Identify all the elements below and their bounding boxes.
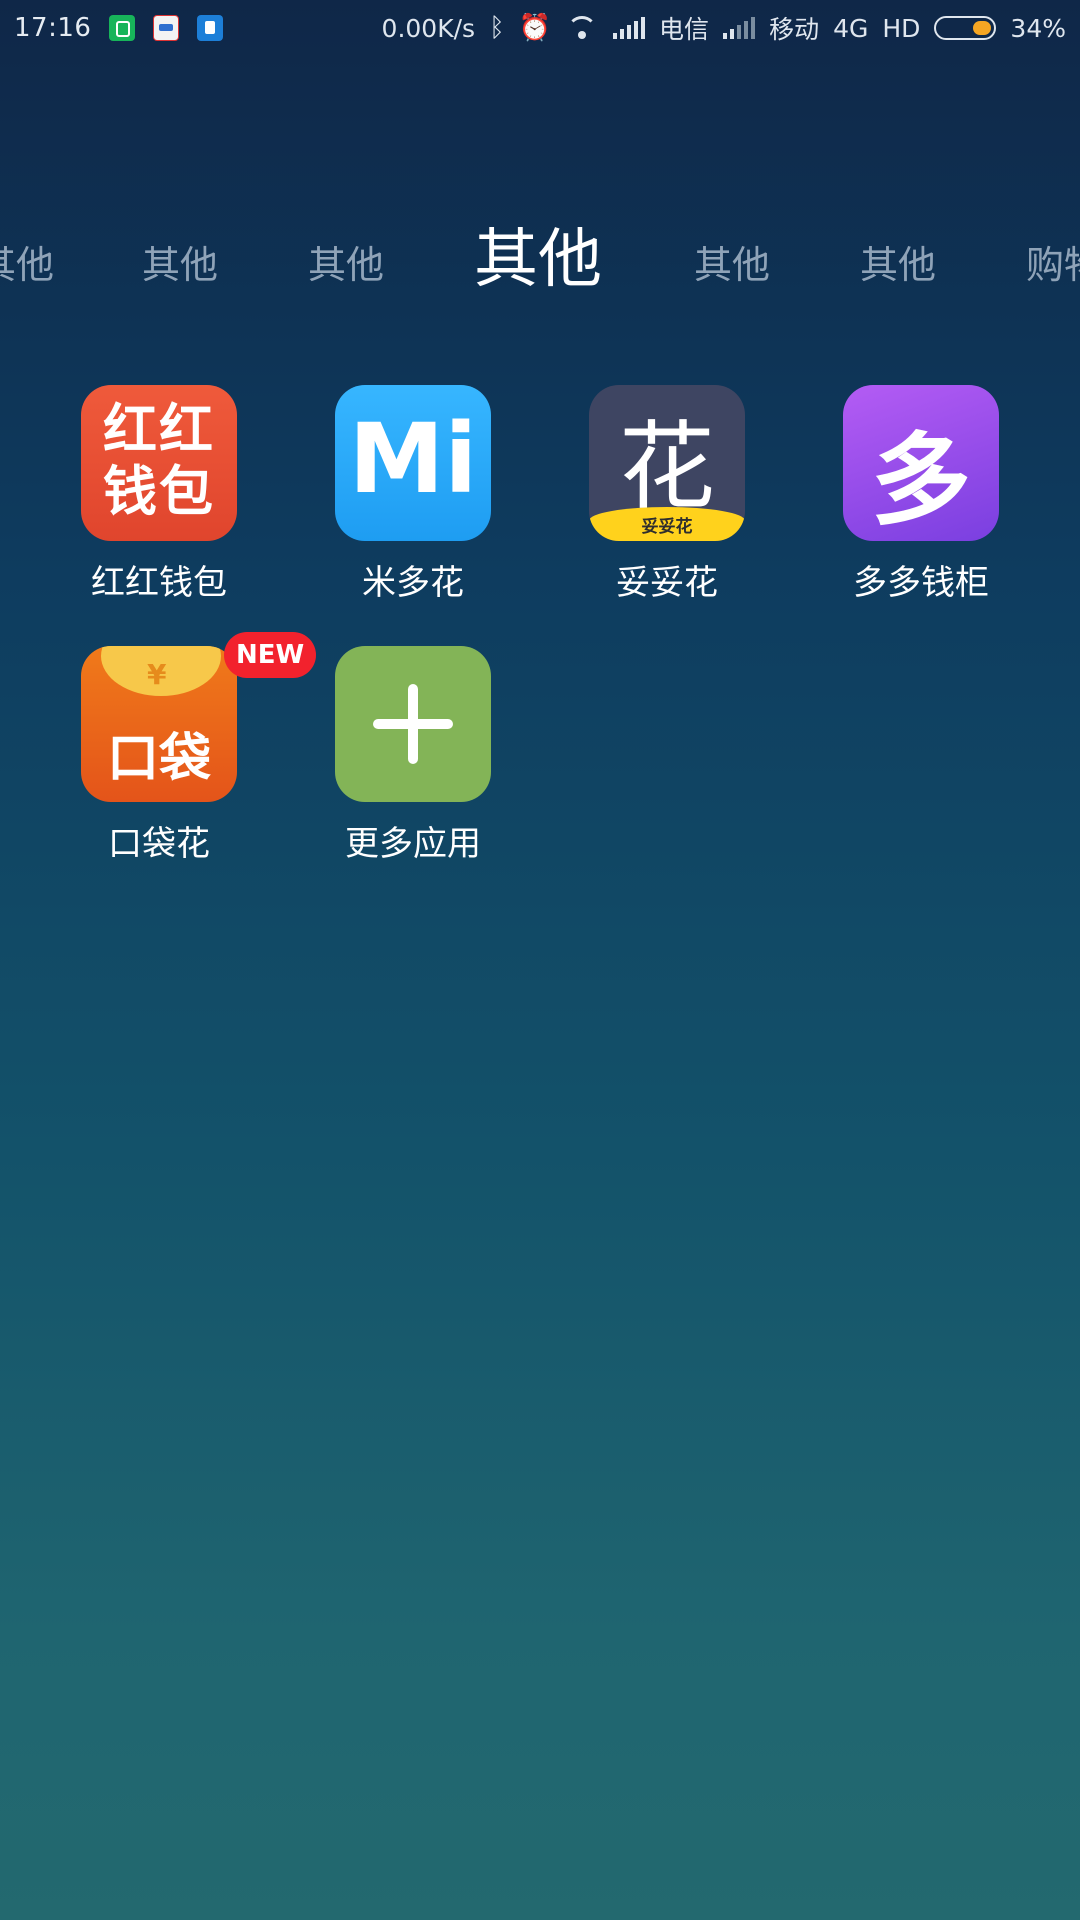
- icon-text-line: 钱包: [103, 460, 215, 523]
- tab-category[interactable]: 其他: [694, 234, 770, 289]
- tuotuohua-icon[interactable]: 花 妥妥花: [589, 385, 745, 541]
- tab-category[interactable]: 其他: [142, 234, 218, 289]
- tab-category[interactable]: 其他: [0, 234, 54, 289]
- app-koudaihua[interactable]: NEW ¥ 口袋 口袋花: [54, 632, 317, 865]
- battery-icon: [934, 16, 997, 40]
- wifi-icon: [565, 16, 599, 40]
- status-bar: 17:16 0.00K/s ᛒ ⏰ 电信 移动 4G HD 34%: [0, 0, 1080, 56]
- bluetooth-icon: ᛒ: [489, 13, 505, 43]
- icon-text: 红红 钱包: [81, 399, 237, 523]
- app-label[interactable]: 口袋花: [54, 816, 264, 865]
- honghong-wallet-icon[interactable]: 红红 钱包: [81, 385, 237, 541]
- app-tuotuohua[interactable]: 花 妥妥花 妥妥花: [562, 385, 772, 604]
- signal-icon: [613, 17, 646, 39]
- icon-text: 口袋: [106, 729, 211, 789]
- app-notification-icon: [153, 15, 180, 41]
- app-label[interactable]: 米多花: [308, 555, 518, 604]
- icon-text-line: 红红: [103, 398, 215, 461]
- plus-vertical: [408, 684, 418, 764]
- battery-percent: 34%: [1010, 13, 1066, 43]
- app-label[interactable]: 多多钱柜: [816, 555, 1026, 604]
- app-label[interactable]: 更多应用: [308, 816, 518, 865]
- category-tabs: 其他 其他 其他 其他 其他 其他 购物: [0, 180, 1080, 300]
- tab-category[interactable]: 购物: [1026, 234, 1080, 289]
- icon-band-text: 妥妥花: [641, 517, 693, 537]
- file-notification-icon: [197, 15, 224, 41]
- app-label[interactable]: 妥妥花: [562, 555, 772, 604]
- app-duoduo-qiangui[interactable]: 多 多多钱柜: [816, 385, 1026, 604]
- plus-icon[interactable]: [335, 646, 491, 802]
- alarm-icon: ⏰: [518, 13, 552, 43]
- battery-fill: [973, 21, 992, 35]
- status-bar-right: 0.00K/s ᛒ ⏰ 电信 移动 4G HD 34%: [382, 0, 1066, 56]
- app-label[interactable]: 红红钱包: [54, 555, 264, 604]
- phone-notification-icon: [109, 15, 136, 41]
- tab-category[interactable]: 其他: [308, 234, 384, 289]
- yen-symbol: ¥: [147, 658, 167, 691]
- carrier-2: 移动: [769, 15, 820, 44]
- new-badge: NEW: [224, 632, 317, 678]
- app-miduohua[interactable]: Mi 米多花: [308, 385, 518, 604]
- icon-text: 多: [871, 422, 971, 539]
- miduohua-icon[interactable]: Mi: [335, 385, 491, 541]
- status-bar-left: 17:16: [14, 0, 224, 56]
- app-more-apps[interactable]: 更多应用: [308, 646, 518, 865]
- status-time: 17:16: [14, 13, 92, 43]
- tab-category[interactable]: 其他: [860, 234, 936, 289]
- carrier-1: 电信: [659, 15, 710, 44]
- tab-category-active[interactable]: 其他: [474, 208, 602, 300]
- koudaihua-icon[interactable]: ¥ 口袋: [81, 646, 237, 802]
- signal-icon-2: [723, 17, 756, 39]
- icon-text: Mi: [348, 403, 478, 515]
- duoduo-qiangui-icon[interactable]: 多: [843, 385, 999, 541]
- app-honghong-wallet[interactable]: 红红 钱包 红红钱包: [54, 385, 264, 604]
- hd-indicator: HD: [882, 13, 921, 43]
- network-type: 4G: [833, 13, 869, 43]
- network-speed: 0.00K/s: [381, 13, 476, 43]
